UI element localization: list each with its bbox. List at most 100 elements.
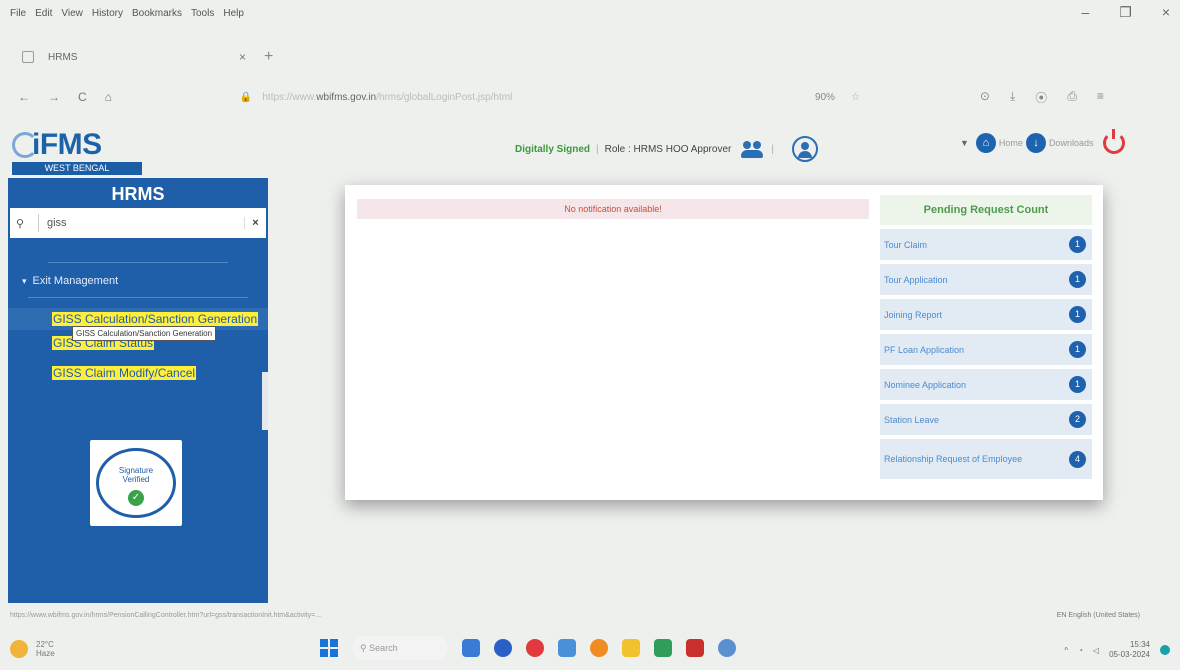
close-window-button[interactable]: ×: [1162, 4, 1170, 21]
minimize-button[interactable]: –: [1081, 4, 1089, 21]
menu-item-label: GISS Claim Modify/Cancel: [52, 366, 197, 380]
count-badge: 2: [1069, 411, 1086, 428]
wifi-icon[interactable]: ◔: [1078, 646, 1083, 655]
account-icon[interactable]: ⦿: [1035, 89, 1047, 106]
count-badge: 1: [1069, 341, 1086, 358]
search-input[interactable]: [47, 217, 244, 229]
chevron-up-icon[interactable]: ^: [1064, 646, 1068, 655]
pending-row-relationship[interactable]: Relationship Request of Employee 4: [880, 439, 1092, 479]
language-indicator[interactable]: EN English (United States): [1057, 612, 1140, 626]
pending-label: Station Leave: [884, 414, 940, 425]
pending-row-pf-loan[interactable]: PF Loan Application 1: [880, 334, 1092, 365]
profile-icon[interactable]: [791, 136, 818, 162]
notification-icon[interactable]: [1160, 645, 1170, 655]
zoom-level[interactable]: 90%: [815, 92, 835, 103]
app-icon[interactable]: [462, 639, 480, 657]
menu-item-label: GISS Calculation/Sanction Generation: [52, 312, 259, 326]
pending-label: Nominee Application: [884, 379, 967, 390]
download-icon[interactable]: ↓: [1025, 133, 1046, 153]
navigation-bar: ← → C ⌂ 🔒 https://www.wbifms.gov.in/hrms…: [0, 82, 1180, 112]
opera-icon[interactable]: [526, 639, 544, 657]
home-icon[interactable]: ⌂: [105, 90, 112, 104]
divider: [48, 262, 228, 263]
clock[interactable]: 15:34 05-03-2024: [1109, 640, 1150, 660]
firefox-icon[interactable]: [590, 639, 608, 657]
tab-close-icon[interactable]: ×: [239, 50, 246, 64]
notification-banner: No notification available!: [357, 199, 869, 219]
menu-bookmarks[interactable]: Bookmarks: [132, 8, 182, 19]
ifms-logo[interactable]: iFMS WEST BENGAL: [8, 126, 142, 175]
count-badge: 1: [1069, 376, 1086, 393]
reload-icon[interactable]: C: [78, 90, 87, 104]
windows-start-icon[interactable]: [320, 639, 338, 657]
menu-tools[interactable]: Tools: [191, 8, 214, 19]
speaker-icon[interactable]: ◁: [1093, 646, 1099, 655]
pending-label: PF Loan Application: [884, 344, 965, 355]
count-badge: 4: [1069, 450, 1086, 468]
power-icon[interactable]: [1103, 129, 1126, 154]
tab-title: HRMS: [48, 51, 78, 63]
pending-label: Joining Report: [884, 309, 943, 320]
count-badge: 1: [1069, 236, 1086, 253]
lock-icon: 🔒: [239, 91, 253, 103]
hamburger-menu-icon[interactable]: ≡: [1097, 89, 1104, 106]
home-link[interactable]: Home: [999, 138, 1023, 148]
menu-history[interactable]: History: [92, 8, 123, 19]
folder-icon[interactable]: [622, 639, 640, 657]
maximize-button[interactable]: ❐: [1119, 4, 1132, 21]
system-tray: ^ ◔ ◁ 15:34 05-03-2024: [1064, 640, 1170, 660]
app-icon[interactable]: [494, 639, 512, 657]
app-icon[interactable]: [686, 639, 704, 657]
pending-row-tour-claim[interactable]: Tour Claim 1: [880, 229, 1092, 260]
sidebar-scrollbar[interactable]: [262, 372, 268, 430]
menu-view[interactable]: View: [61, 8, 83, 19]
taskbar-search[interactable]: ⚲ Search: [352, 636, 448, 660]
status-bar: https://www.wbifms.gov.in/hrms/PensionCa…: [10, 612, 1170, 626]
role-label: Role : HRMS HOO Approver: [604, 143, 732, 155]
address-bar[interactable]: 🔒 https://www.wbifms.gov.in/hrms/globalL…: [240, 86, 860, 108]
menu-file[interactable]: File: [10, 8, 26, 19]
pending-row-station-leave[interactable]: Station Leave 2: [880, 404, 1092, 435]
browser-menubar: File Edit View History Bookmarks Tools H…: [0, 0, 1180, 26]
chevron-down-icon[interactable]: ▼: [960, 138, 969, 148]
sidebar-search: ⚲ ×: [10, 208, 266, 238]
forward-icon[interactable]: →: [48, 90, 60, 104]
users-icon[interactable]: [741, 139, 765, 159]
pending-row-tour-application[interactable]: Tour Application 1: [880, 264, 1092, 295]
menu-exit-management[interactable]: ▾ Exit Management: [8, 275, 268, 287]
download-icon[interactable]: ⤓: [1010, 89, 1015, 106]
toolbar-icons: ⊙ ⤓ ⦿ ⎙ ≡: [980, 89, 1104, 106]
weather-widget[interactable]: 22°C Haze: [10, 640, 55, 658]
pending-row-joining-report[interactable]: Joining Report 1: [880, 299, 1092, 330]
status-url: https://www.wbifms.gov.in/hrms/PensionCa…: [10, 612, 322, 619]
new-tab-button[interactable]: +: [264, 48, 273, 66]
chevron-down-icon: ▾: [22, 275, 27, 286]
window-controls: – ❐ ×: [1081, 4, 1170, 21]
app-icon[interactable]: [718, 639, 736, 657]
menu-help[interactable]: Help: [223, 8, 244, 19]
bookmark-star-icon[interactable]: ☆: [851, 92, 860, 103]
pending-label: Relationship Request of Employee: [884, 454, 1023, 464]
tab-hrms[interactable]: HRMS ×: [14, 43, 254, 71]
digitally-signed-label: Digitally Signed: [515, 143, 591, 155]
extensions-icon[interactable]: ⎙: [1067, 89, 1077, 106]
back-icon[interactable]: ←: [18, 90, 30, 104]
menu-edit[interactable]: Edit: [35, 8, 52, 19]
sidebar: HRMS ⚲ × ▾ Exit Management GISS Calculat…: [8, 178, 268, 603]
home-icon[interactable]: ⌂: [975, 133, 996, 153]
pending-row-nominee[interactable]: Nominee Application 1: [880, 369, 1092, 400]
header-actions: ▼ ⌂ Home ↓ Downloads: [960, 129, 1126, 154]
menu-item-giss-claim-modify[interactable]: GISS Claim Modify/Cancel: [8, 364, 268, 382]
separator: |: [771, 143, 774, 155]
divider: [38, 214, 39, 232]
search-icon: ⚲: [360, 642, 370, 653]
app-icon[interactable]: [558, 639, 576, 657]
page-icon: [22, 51, 34, 63]
downloads-link[interactable]: Downloads: [1049, 138, 1094, 148]
pocket-icon[interactable]: ⊙: [980, 89, 990, 106]
app-header: iFMS WEST BENGAL Digitally Signed | Role…: [0, 118, 1180, 178]
dashboard-panel: No notification available! Pending Reque…: [345, 185, 1103, 500]
excel-icon[interactable]: [654, 639, 672, 657]
separator: |: [596, 143, 599, 155]
clear-search-button[interactable]: ×: [244, 217, 266, 229]
